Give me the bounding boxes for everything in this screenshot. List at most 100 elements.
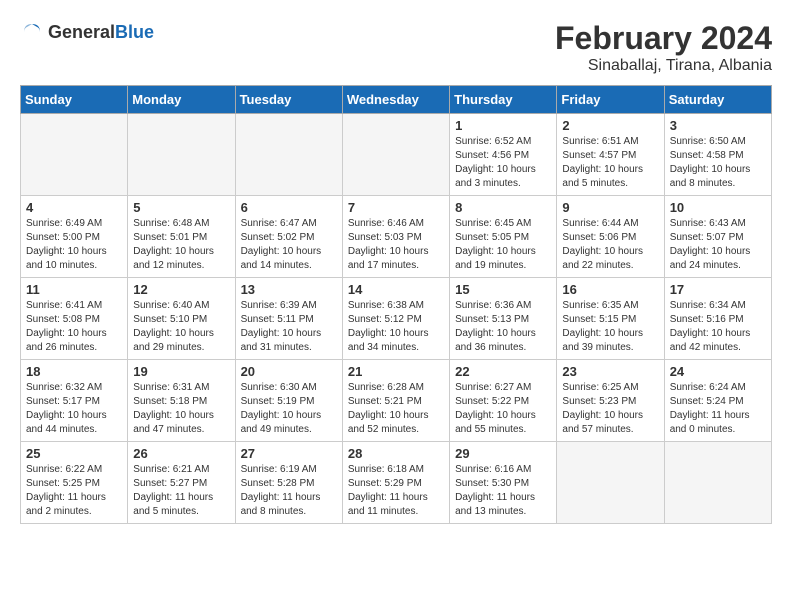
logo: GeneralBlue: [20, 20, 154, 44]
calendar-cell: 18Sunrise: 6:32 AM Sunset: 5:17 PM Dayli…: [21, 360, 128, 442]
weekday-row: SundayMondayTuesdayWednesdayThursdayFrid…: [21, 86, 772, 114]
location-subtitle: Sinaballaj, Tirana, Albania: [555, 57, 772, 75]
calendar-cell: 16Sunrise: 6:35 AM Sunset: 5:15 PM Dayli…: [557, 278, 664, 360]
day-number: 10: [670, 200, 766, 215]
calendar-cell: [21, 114, 128, 196]
page-header: GeneralBlue February 2024 Sinaballaj, Ti…: [20, 20, 772, 75]
day-number: 4: [26, 200, 122, 215]
day-number: 13: [241, 282, 337, 297]
calendar-cell: [128, 114, 235, 196]
day-info: Sunrise: 6:27 AM Sunset: 5:22 PM Dayligh…: [455, 381, 551, 437]
day-number: 22: [455, 364, 551, 379]
day-number: 8: [455, 200, 551, 215]
day-number: 26: [133, 446, 229, 461]
calendar-cell: [664, 442, 771, 524]
month-year-title: February 2024: [555, 20, 772, 57]
day-number: 25: [26, 446, 122, 461]
day-info: Sunrise: 6:49 AM Sunset: 5:00 PM Dayligh…: [26, 217, 122, 273]
day-info: Sunrise: 6:39 AM Sunset: 5:11 PM Dayligh…: [241, 299, 337, 355]
calendar-cell: 2 Sunrise: 6:51 AM Sunset: 4:57 PM Daylig…: [557, 114, 664, 196]
day-info: Sunrise: 6:19 AM Sunset: 5:28 PM Dayligh…: [241, 463, 337, 519]
calendar-cell: 7Sunrise: 6:46 AM Sunset: 5:03 PM Daylig…: [342, 196, 449, 278]
calendar-cell: 15 Sunrise: 6:36 AM Sunset: 5:13 PM Dayli…: [450, 278, 557, 360]
day-info: Sunrise: 6:41 AM Sunset: 5:08 PM Dayligh…: [26, 299, 122, 355]
calendar-cell: 12 Sunrise: 6:40 AM Sunset: 5:10 PM Dayli…: [128, 278, 235, 360]
calendar-cell: 9 Sunrise: 6:44 AM Sunset: 5:06 PM Daylig…: [557, 196, 664, 278]
day-number: 19: [133, 364, 229, 379]
day-number: 17: [670, 282, 766, 297]
day-number: 11: [26, 282, 122, 297]
day-info: Sunrise: 6:24 AM Sunset: 5:24 PM Dayligh…: [670, 381, 766, 437]
calendar-cell: 25 Sunrise: 6:22 AM Sunset: 5:25 PM Dayli…: [21, 442, 128, 524]
day-info: Sunrise: 6:28 AM Sunset: 5:21 PM Dayligh…: [348, 381, 444, 437]
calendar-cell: [342, 114, 449, 196]
day-info: Sunrise: 6:47 AM Sunset: 5:02 PM Dayligh…: [241, 217, 337, 273]
day-info: Sunrise: 6:50 AM Sunset: 4:58 PM Dayligh…: [670, 135, 766, 191]
day-number: 21: [348, 364, 444, 379]
day-info: Sunrise: 6:51 AM Sunset: 4:57 PM Dayligh…: [562, 135, 658, 191]
calendar-cell: 24 Sunrise: 6:24 AM Sunset: 5:24 PM Dayli…: [664, 360, 771, 442]
day-info: Sunrise: 6:21 AM Sunset: 5:27 PM Dayligh…: [133, 463, 229, 519]
weekday-header-friday: Friday: [557, 86, 664, 114]
day-info: Sunrise: 6:25 AM Sunset: 5:23 PM Dayligh…: [562, 381, 658, 437]
day-info: Sunrise: 6:52 AM Sunset: 4:56 PM Dayligh…: [455, 135, 551, 191]
weekday-header-saturday: Saturday: [664, 86, 771, 114]
calendar-table: SundayMondayTuesdayWednesdayThursdayFrid…: [20, 85, 772, 524]
title-block: February 2024 Sinaballaj, Tirana, Albani…: [555, 20, 772, 75]
day-info: Sunrise: 6:35 AM Sunset: 5:15 PM Dayligh…: [562, 299, 658, 355]
day-info: Sunrise: 6:44 AM Sunset: 5:06 PM Dayligh…: [562, 217, 658, 273]
day-info: Sunrise: 6:16 AM Sunset: 5:30 PM Dayligh…: [455, 463, 551, 519]
day-number: 28: [348, 446, 444, 461]
day-number: 24: [670, 364, 766, 379]
day-info: Sunrise: 6:34 AM Sunset: 5:16 PM Dayligh…: [670, 299, 766, 355]
day-number: 12: [133, 282, 229, 297]
calendar-week-row: 1 Sunrise: 6:52 AM Sunset: 4:56 PM Daylig…: [21, 114, 772, 196]
day-number: 14: [348, 282, 444, 297]
calendar-cell: 22 Sunrise: 6:27 AM Sunset: 5:22 PM Dayli…: [450, 360, 557, 442]
calendar-cell: 23Sunrise: 6:25 AM Sunset: 5:23 PM Dayli…: [557, 360, 664, 442]
calendar-cell: 13 Sunrise: 6:39 AM Sunset: 5:11 PM Dayli…: [235, 278, 342, 360]
calendar-cell: 11 Sunrise: 6:41 AM Sunset: 5:08 PM Dayli…: [21, 278, 128, 360]
calendar-cell: 5Sunrise: 6:48 AM Sunset: 5:01 PM Daylig…: [128, 196, 235, 278]
calendar-cell: 27Sunrise: 6:19 AM Sunset: 5:28 PM Dayli…: [235, 442, 342, 524]
calendar-cell: 28 Sunrise: 6:18 AM Sunset: 5:29 PM Dayli…: [342, 442, 449, 524]
calendar-cell: 1 Sunrise: 6:52 AM Sunset: 4:56 PM Daylig…: [450, 114, 557, 196]
day-number: 9: [562, 200, 658, 215]
day-info: Sunrise: 6:31 AM Sunset: 5:18 PM Dayligh…: [133, 381, 229, 437]
day-info: Sunrise: 6:38 AM Sunset: 5:12 PM Dayligh…: [348, 299, 444, 355]
calendar-cell: [557, 442, 664, 524]
calendar-week-row: 25 Sunrise: 6:22 AM Sunset: 5:25 PM Dayli…: [21, 442, 772, 524]
day-number: 7: [348, 200, 444, 215]
day-number: 20: [241, 364, 337, 379]
weekday-header-monday: Monday: [128, 86, 235, 114]
calendar-cell: 20Sunrise: 6:30 AM Sunset: 5:19 PM Dayli…: [235, 360, 342, 442]
day-info: Sunrise: 6:45 AM Sunset: 5:05 PM Dayligh…: [455, 217, 551, 273]
weekday-header-sunday: Sunday: [21, 86, 128, 114]
day-info: Sunrise: 6:18 AM Sunset: 5:29 PM Dayligh…: [348, 463, 444, 519]
calendar-cell: 8 Sunrise: 6:45 AM Sunset: 5:05 PM Daylig…: [450, 196, 557, 278]
weekday-header-wednesday: Wednesday: [342, 86, 449, 114]
day-info: Sunrise: 6:22 AM Sunset: 5:25 PM Dayligh…: [26, 463, 122, 519]
calendar-week-row: 18Sunrise: 6:32 AM Sunset: 5:17 PM Dayli…: [21, 360, 772, 442]
calendar-cell: 19 Sunrise: 6:31 AM Sunset: 5:18 PM Dayli…: [128, 360, 235, 442]
calendar-cell: 3Sunrise: 6:50 AM Sunset: 4:58 PM Daylig…: [664, 114, 771, 196]
logo-general: General: [48, 22, 115, 42]
logo-text: GeneralBlue: [48, 22, 154, 43]
day-number: 18: [26, 364, 122, 379]
day-info: Sunrise: 6:36 AM Sunset: 5:13 PM Dayligh…: [455, 299, 551, 355]
day-number: 2: [562, 118, 658, 133]
calendar-cell: 29 Sunrise: 6:16 AM Sunset: 5:30 PM Dayli…: [450, 442, 557, 524]
calendar-week-row: 4 Sunrise: 6:49 AM Sunset: 5:00 PM Daylig…: [21, 196, 772, 278]
calendar-body: 1 Sunrise: 6:52 AM Sunset: 4:56 PM Daylig…: [21, 114, 772, 524]
day-number: 15: [455, 282, 551, 297]
day-number: 5: [133, 200, 229, 215]
weekday-header-thursday: Thursday: [450, 86, 557, 114]
logo-icon: [20, 20, 44, 44]
day-number: 6: [241, 200, 337, 215]
calendar-cell: 6 Sunrise: 6:47 AM Sunset: 5:02 PM Daylig…: [235, 196, 342, 278]
calendar-header: SundayMondayTuesdayWednesdayThursdayFrid…: [21, 86, 772, 114]
day-number: 1: [455, 118, 551, 133]
day-info: Sunrise: 6:40 AM Sunset: 5:10 PM Dayligh…: [133, 299, 229, 355]
calendar-cell: 14 Sunrise: 6:38 AM Sunset: 5:12 PM Dayli…: [342, 278, 449, 360]
day-number: 29: [455, 446, 551, 461]
